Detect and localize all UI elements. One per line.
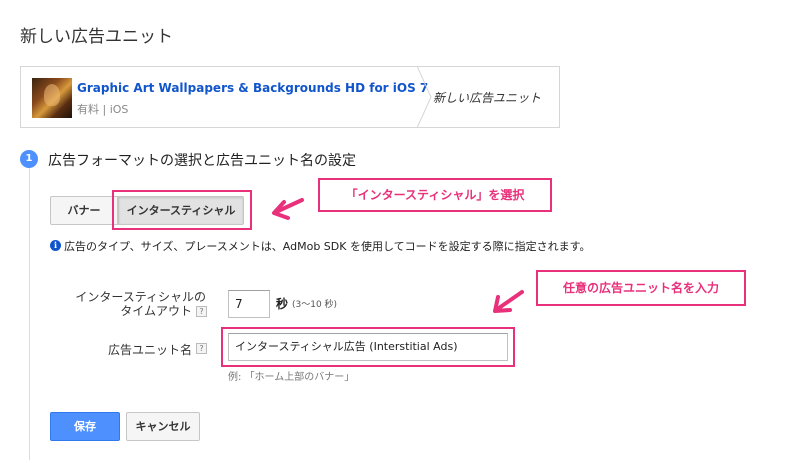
tab-banner[interactable]: バナー [50,196,118,225]
page-title: 新しい広告ユニット [20,27,173,47]
timeout-range: (3〜10 秒) [292,300,338,310]
ad-unit-name-label: 広告ユニット名 [107,343,192,357]
app-meta: 有料 | iOS [77,103,129,116]
breadcrumb-separator-icon [417,66,432,128]
timeout-label-line2: タイムアウト [120,304,192,318]
info-text: 広告のタイプ、サイズ、プレースメントは、AdMob SDK を使用してコードを設… [64,240,591,253]
step-title: 広告フォーマットの選択と広告ユニット名の設定 [48,153,356,169]
breadcrumb: Graphic Art Wallpapers & Backgrounds HD … [20,66,560,128]
pointer-arrow-icon [493,290,524,313]
app-name-link[interactable]: Graphic Art Wallpapers & Backgrounds HD … [77,81,428,95]
info-icon: i [50,240,61,251]
highlight-box-interstitial [112,190,252,230]
ad-unit-name-hint: 例: 「ホーム上部のバナー」 [228,372,355,383]
timeout-unit: 秒 [276,297,289,311]
timeout-help-icon[interactable]: ? [196,306,207,317]
ad-unit-name-help-icon[interactable]: ? [196,343,207,354]
save-button[interactable]: 保存 [50,412,120,441]
step-number-badge: 1 [20,150,38,168]
timeout-input[interactable]: 7 [228,290,270,318]
step-connector-line [29,168,30,460]
callout-enter-name: 任意の広告ユニット名を入力 [536,270,746,306]
ad-unit-name-input[interactable]: インタースティシャル広告 (Interstitial Ads) [228,333,508,361]
cancel-button[interactable]: キャンセル [126,412,200,441]
breadcrumb-current: 新しい広告ユニット [433,91,542,105]
callout-select-interstitial: 「インタースティシャル」を選択 [318,178,552,212]
pointer-arrow-icon [272,198,304,220]
app-thumbnail [32,78,72,118]
